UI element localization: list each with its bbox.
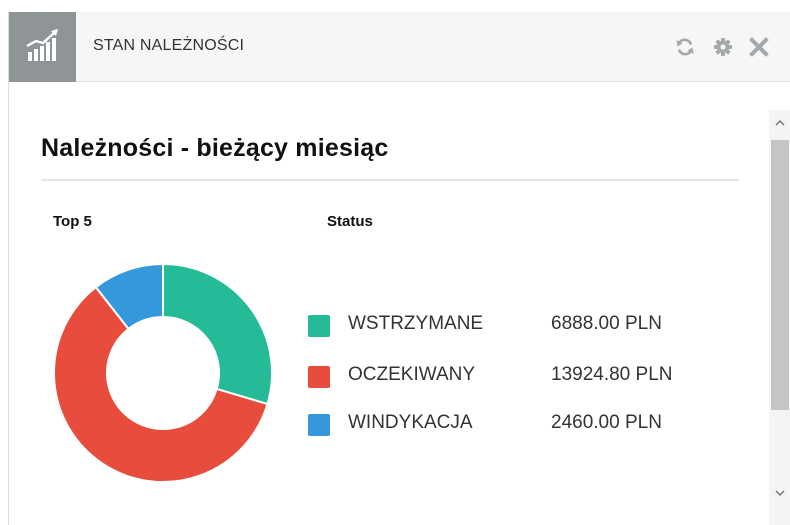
widget-title: STAN NALEŻNOŚCI (93, 37, 245, 54)
refresh-button[interactable] (674, 36, 696, 58)
widget-content: Należności - bieżący miesiąc Top 5 Statu… (9, 82, 769, 525)
status-donut-chart (53, 263, 273, 483)
legend-value: 6888.00 PLN (551, 313, 662, 334)
legend-value: 2460.00 PLN (551, 412, 662, 433)
chevron-up-icon (775, 119, 785, 126)
legend-value: 13924.80 PLN (551, 364, 673, 385)
legend-label: WSTRZYMANE (348, 313, 484, 334)
refresh-icon (676, 38, 694, 56)
gear-icon (714, 38, 732, 56)
scroll-down-arrow[interactable] (772, 486, 788, 500)
close-button[interactable] (748, 36, 770, 58)
widget-header: STAN NALEŻNOŚCI (9, 12, 790, 82)
page-title: Należności - bieżący miesiąc (41, 134, 389, 162)
legend-label: WINDYKACJA (348, 412, 473, 433)
receivables-widget: STAN NALEŻNOŚCI Należności - bieżący mie… (8, 12, 790, 525)
title-divider (41, 179, 739, 181)
close-icon (749, 37, 769, 57)
legend-swatch (308, 315, 330, 337)
legend-swatch (308, 366, 330, 388)
scrollbar-thumb[interactable] (771, 140, 789, 410)
chevron-down-icon (775, 490, 785, 497)
donut-slice-wstrzymane (162, 263, 273, 406)
scroll-up-arrow[interactable] (772, 116, 788, 130)
legend-swatch (308, 414, 330, 436)
bar-chart-trend-icon (9, 12, 76, 82)
top5-label: Top 5 (53, 213, 92, 230)
legend-label: OCZEKIWANY (348, 364, 476, 385)
settings-button[interactable] (712, 36, 734, 58)
status-label: Status (327, 213, 373, 230)
vertical-scrollbar[interactable] (769, 110, 790, 525)
